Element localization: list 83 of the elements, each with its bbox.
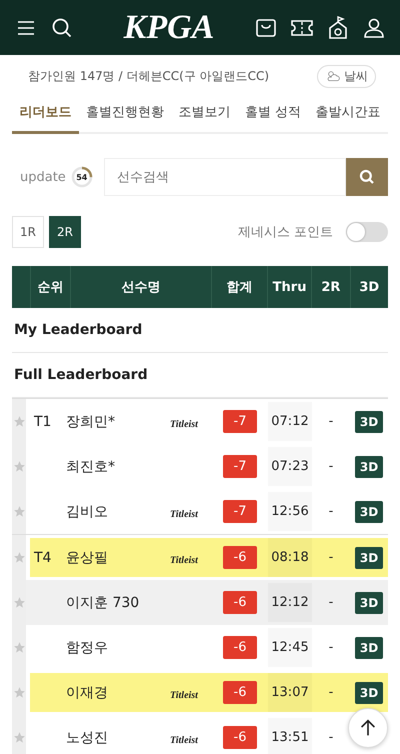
player-name[interactable]: 노성진	[66, 730, 108, 746]
search-button[interactable]	[346, 158, 388, 196]
genesis-points-toggle[interactable]	[346, 222, 388, 242]
total-score: -6	[223, 546, 257, 569]
search-field[interactable]: 선수검색	[104, 158, 346, 196]
column-header[interactable]: 순위	[30, 266, 72, 308]
3d-view-button[interactable]: 3D	[354, 456, 384, 478]
star-icon[interactable]	[12, 686, 26, 699]
round-tab[interactable]: 1R	[12, 216, 44, 248]
countdown-ring: 54	[70, 165, 94, 189]
tab[interactable]: 홀별진행현황	[78, 95, 172, 132]
round-score: -	[328, 504, 334, 519]
total-score: -7	[223, 410, 257, 433]
star-icon[interactable]	[12, 551, 26, 564]
column-header[interactable]: Thru	[268, 266, 312, 308]
column-header[interactable]: 선수명	[71, 266, 212, 308]
weather-button[interactable]: 날씨	[317, 64, 376, 88]
sponsor-logo: Titleist	[170, 555, 198, 566]
total-score: -7	[223, 455, 257, 478]
player-name[interactable]: 이재경	[66, 684, 108, 700]
round-score: -	[328, 730, 334, 745]
tab[interactable]: 출발시간표	[308, 95, 388, 132]
sponsor-logo: Titleist	[170, 735, 198, 746]
star-icon[interactable]	[12, 641, 26, 654]
player-name[interactable]: 함정우	[66, 640, 108, 656]
3d-view-button[interactable]: 3D	[354, 410, 384, 432]
round-score: -	[328, 550, 334, 565]
3d-view-button[interactable]: 3D	[354, 592, 384, 614]
sponsor-logo: Titleist	[170, 690, 198, 701]
search-icon	[358, 168, 376, 186]
round-score: -	[328, 459, 334, 474]
round-score: -	[328, 595, 334, 610]
clubhouse-flag-icon[interactable]	[326, 16, 350, 40]
search-icon[interactable]	[50, 16, 74, 40]
round-score: -	[328, 685, 334, 700]
tab[interactable]: 리더보드	[12, 95, 79, 134]
round-tab[interactable]: 2R	[49, 216, 81, 248]
thru-time: 07:23	[271, 459, 309, 474]
rank-text: T1	[34, 414, 52, 430]
star-icon[interactable]	[12, 415, 26, 428]
star-icon[interactable]	[12, 505, 26, 518]
total-score: -6	[223, 681, 257, 704]
player-name[interactable]: 윤상필	[66, 550, 108, 566]
3d-view-button[interactable]: 3D	[354, 682, 384, 704]
tournament-info: 참가인원 147명 / 더헤븐CC(구 아일랜드CC)	[28, 68, 270, 84]
round-score: -	[328, 414, 334, 429]
thru-time: 12:56	[271, 504, 309, 519]
update-label: update	[20, 170, 66, 184]
3d-view-button[interactable]: 3D	[354, 636, 384, 658]
star-icon[interactable]	[12, 731, 26, 744]
thru-time: 13:51	[271, 730, 309, 745]
genesis-points-label: 제네시스 포인트	[238, 224, 333, 241]
section-heading[interactable]: My Leaderboard	[12, 308, 388, 353]
user-icon[interactable]	[362, 16, 386, 40]
section-heading[interactable]: Full Leaderboard	[12, 353, 388, 398]
sponsor-logo: Titleist	[170, 509, 198, 520]
column-header[interactable]: 합계	[212, 266, 268, 308]
column-header[interactable]: 3D	[350, 266, 388, 308]
total-score: -7	[223, 500, 257, 523]
logo[interactable]: KPGA	[114, 8, 214, 46]
star-icon[interactable]	[12, 460, 26, 473]
thru-time: 12:45	[271, 640, 309, 655]
3d-view-button[interactable]: 3D	[354, 546, 384, 568]
thru-time: 13:07	[271, 685, 309, 700]
player-name[interactable]: 장희민*	[66, 414, 115, 430]
thru-time: 12:12	[271, 595, 309, 610]
player-name[interactable]: 김비오	[66, 504, 108, 520]
round-score: -	[328, 640, 334, 655]
total-score: -6	[223, 726, 257, 749]
3d-view-button[interactable]: 3D	[354, 500, 384, 522]
scroll-to-top-button[interactable]	[348, 708, 388, 748]
sponsor-logo: Titleist	[170, 419, 198, 430]
player-name[interactable]: 이지훈 730	[66, 594, 140, 610]
player-name[interactable]: 최진호*	[66, 458, 115, 474]
rank-text: T4	[34, 550, 52, 566]
column-header[interactable]: 2R	[312, 266, 351, 308]
tab[interactable]: 조별보기	[171, 95, 238, 132]
thru-time: 08:18	[271, 550, 309, 565]
total-score: -6	[223, 636, 257, 659]
thru-time: 07:12	[271, 414, 309, 429]
total-score: -6	[223, 591, 257, 614]
star-icon[interactable]	[12, 596, 26, 609]
tab[interactable]: 홀별 성적	[238, 95, 308, 132]
